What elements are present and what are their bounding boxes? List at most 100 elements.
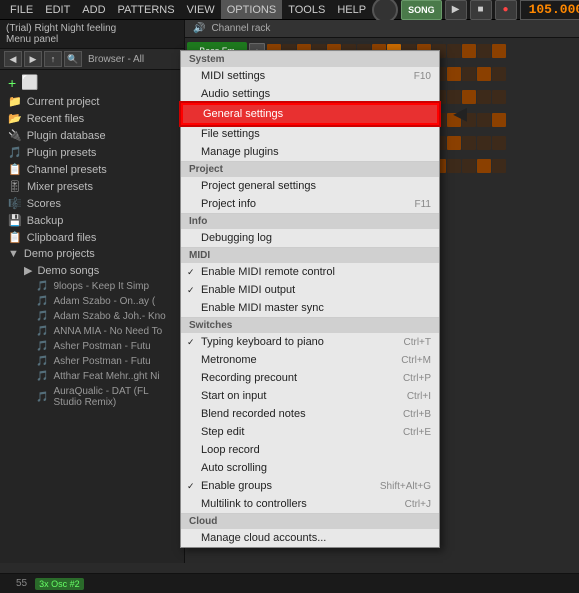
pad[interactable] bbox=[447, 136, 461, 150]
pad[interactable] bbox=[477, 136, 491, 150]
menu-bar: FILE EDIT ADD PATTERNS VIEW OPTIONS TOOL… bbox=[0, 0, 579, 20]
pad[interactable] bbox=[477, 159, 491, 173]
pad[interactable] bbox=[447, 67, 461, 81]
enable-groups-shortcut: Shift+Alt+G bbox=[380, 481, 431, 492]
auto-scrolling-label: Auto scrolling bbox=[201, 462, 267, 474]
sidebar-item-file8[interactable]: 🎵 AuraQualic - DAT (FL Studio Remix) bbox=[0, 384, 184, 410]
check-midi-remote: ✓ bbox=[187, 267, 195, 278]
menu-item-metronome[interactable]: Metronome Ctrl+M bbox=[181, 351, 439, 369]
sidebar-item-current-project[interactable]: 📁 Current project bbox=[0, 93, 184, 110]
menu-view[interactable]: VIEW bbox=[181, 0, 221, 19]
menu-patterns[interactable]: PATTERNS bbox=[112, 0, 181, 19]
pad[interactable] bbox=[492, 113, 506, 127]
menu-item-manage-cloud[interactable]: Manage cloud accounts... bbox=[181, 529, 439, 547]
sidebar-item-demo-songs[interactable]: ▶ Demo songs bbox=[0, 262, 184, 279]
section-cloud: Cloud bbox=[181, 513, 439, 529]
search-icon[interactable]: 🔍 bbox=[64, 51, 82, 67]
sidebar-item-file6[interactable]: 🎵 Asher Postman - Futu bbox=[0, 354, 184, 369]
menu-item-enable-midi-master[interactable]: Enable MIDI master sync bbox=[181, 299, 439, 317]
sidebar-item-new[interactable]: + ⬜ bbox=[0, 72, 184, 93]
play-button[interactable]: ▶ bbox=[445, 0, 467, 20]
menu-tools[interactable]: TOOLS bbox=[282, 0, 331, 19]
bpm-display[interactable]: 105.000 bbox=[520, 0, 579, 20]
sidebar-file5-label: Asher Postman - Futu bbox=[53, 341, 150, 352]
sidebar-item-backup[interactable]: 💾 Backup bbox=[0, 212, 184, 229]
check-typing: ✓ bbox=[187, 337, 195, 348]
nav-back-button[interactable]: ◀ bbox=[4, 51, 22, 67]
pad[interactable] bbox=[447, 113, 461, 127]
pad[interactable] bbox=[477, 90, 491, 104]
pad[interactable] bbox=[462, 113, 476, 127]
pad[interactable] bbox=[492, 159, 506, 173]
sidebar-item-file5[interactable]: 🎵 Asher Postman - Futu bbox=[0, 339, 184, 354]
pad[interactable] bbox=[477, 67, 491, 81]
sidebar-list: + ⬜ 📁 Current project 📂 Recent files 🔌 P… bbox=[0, 70, 184, 563]
pad[interactable] bbox=[462, 90, 476, 104]
step-edit-shortcut: Ctrl+E bbox=[403, 427, 431, 438]
menu-edit[interactable]: EDIT bbox=[39, 0, 76, 19]
pad[interactable] bbox=[477, 44, 491, 58]
menu-item-debugging-log[interactable]: Debugging log bbox=[181, 229, 439, 247]
scores-icon: 🎼 bbox=[8, 197, 22, 210]
midi-settings-shortcut: F10 bbox=[414, 71, 431, 82]
menu-item-enable-midi-output[interactable]: ✓ Enable MIDI output bbox=[181, 281, 439, 299]
mixer-icon: 🎚 bbox=[8, 180, 22, 193]
menu-help[interactable]: HELP bbox=[331, 0, 372, 19]
menu-item-midi-settings[interactable]: MIDI settings F10 bbox=[181, 67, 439, 85]
menu-item-loop-record[interactable]: Loop record bbox=[181, 441, 439, 459]
menu-item-project-info[interactable]: Project info F11 bbox=[181, 195, 439, 213]
pad[interactable] bbox=[477, 113, 491, 127]
menu-item-blend-recorded[interactable]: Blend recorded notes Ctrl+B bbox=[181, 405, 439, 423]
pad[interactable] bbox=[462, 67, 476, 81]
menu-item-enable-midi-remote[interactable]: ✓ Enable MIDI remote control bbox=[181, 263, 439, 281]
sidebar-item-file2[interactable]: 🎵 Adam Szabo - On..ay ( bbox=[0, 294, 184, 309]
menu-item-step-edit[interactable]: Step edit Ctrl+E bbox=[181, 423, 439, 441]
song-mode-button[interactable]: SONG bbox=[401, 0, 442, 20]
audio-settings-label: Audio settings bbox=[201, 88, 270, 100]
menu-options[interactable]: OPTIONS bbox=[221, 0, 283, 19]
sidebar-item-file4[interactable]: 🎵 ANNA MIA - No Need To bbox=[0, 324, 184, 339]
menu-item-enable-groups[interactable]: ✓ Enable groups Shift+Alt+G bbox=[181, 477, 439, 495]
menu-item-recording-precount[interactable]: Recording precount Ctrl+P bbox=[181, 369, 439, 387]
metronome-shortcut: Ctrl+M bbox=[401, 355, 431, 366]
menu-item-multilink[interactable]: Multilink to controllers Ctrl+J bbox=[181, 495, 439, 513]
pad[interactable] bbox=[447, 159, 461, 173]
sidebar-item-demo-projects[interactable]: ▼ Demo projects bbox=[0, 246, 184, 262]
pad[interactable] bbox=[447, 90, 461, 104]
nav-forward-button[interactable]: ▶ bbox=[24, 51, 42, 67]
menu-item-general-settings[interactable]: General settings ◀ bbox=[181, 103, 439, 125]
sidebar-item-plugin-database[interactable]: 🔌 Plugin database bbox=[0, 127, 184, 144]
menu-add[interactable]: ADD bbox=[76, 0, 111, 19]
pad[interactable] bbox=[492, 44, 506, 58]
pad[interactable] bbox=[462, 159, 476, 173]
menu-item-project-general[interactable]: Project general settings bbox=[181, 177, 439, 195]
sidebar-item-file1[interactable]: 🎵 9loops - Keep It Simp bbox=[0, 279, 184, 294]
pad[interactable] bbox=[492, 90, 506, 104]
sidebar-item-channel-presets[interactable]: 📋 Channel presets bbox=[0, 161, 184, 178]
nav-up-button[interactable]: ↑ bbox=[44, 51, 62, 67]
pad[interactable] bbox=[492, 136, 506, 150]
sidebar-item-mixer-presets[interactable]: 🎚 Mixer presets bbox=[0, 178, 184, 195]
menu-file[interactable]: FILE bbox=[4, 0, 39, 19]
sidebar-item-file3[interactable]: 🎵 Adam Szabo & Joh.- Kno bbox=[0, 309, 184, 324]
pad[interactable] bbox=[492, 67, 506, 81]
pad[interactable] bbox=[447, 44, 461, 58]
record-button[interactable]: ● bbox=[495, 0, 517, 20]
menu-item-start-on-input[interactable]: Start on input Ctrl+I bbox=[181, 387, 439, 405]
menu-item-audio-settings[interactable]: Audio settings bbox=[181, 85, 439, 103]
menu-item-typing-keyboard[interactable]: ✓ Typing keyboard to piano Ctrl+T bbox=[181, 333, 439, 351]
channel-rack-icon: 🔊 bbox=[193, 23, 205, 34]
sidebar-item-scores[interactable]: 🎼 Scores bbox=[0, 195, 184, 212]
stop-button[interactable]: ■ bbox=[470, 0, 492, 20]
debugging-log-label: Debugging log bbox=[201, 232, 272, 244]
sidebar-item-clipboard[interactable]: 📋 Clipboard files bbox=[0, 229, 184, 246]
pad[interactable] bbox=[462, 44, 476, 58]
sidebar-file2-label: Adam Szabo - On..ay ( bbox=[53, 296, 155, 307]
sidebar-item-recent-files[interactable]: 📂 Recent files bbox=[0, 110, 184, 127]
menu-item-auto-scrolling[interactable]: Auto scrolling bbox=[181, 459, 439, 477]
sidebar-item-file7[interactable]: 🎵 Atthar Feat Mehr..ght Ni bbox=[0, 369, 184, 384]
sidebar-item-plugin-presets[interactable]: 🎵 Plugin presets bbox=[0, 144, 184, 161]
menu-item-file-settings[interactable]: File settings bbox=[181, 125, 439, 143]
pad[interactable] bbox=[462, 136, 476, 150]
menu-item-manage-plugins[interactable]: Manage plugins bbox=[181, 143, 439, 161]
